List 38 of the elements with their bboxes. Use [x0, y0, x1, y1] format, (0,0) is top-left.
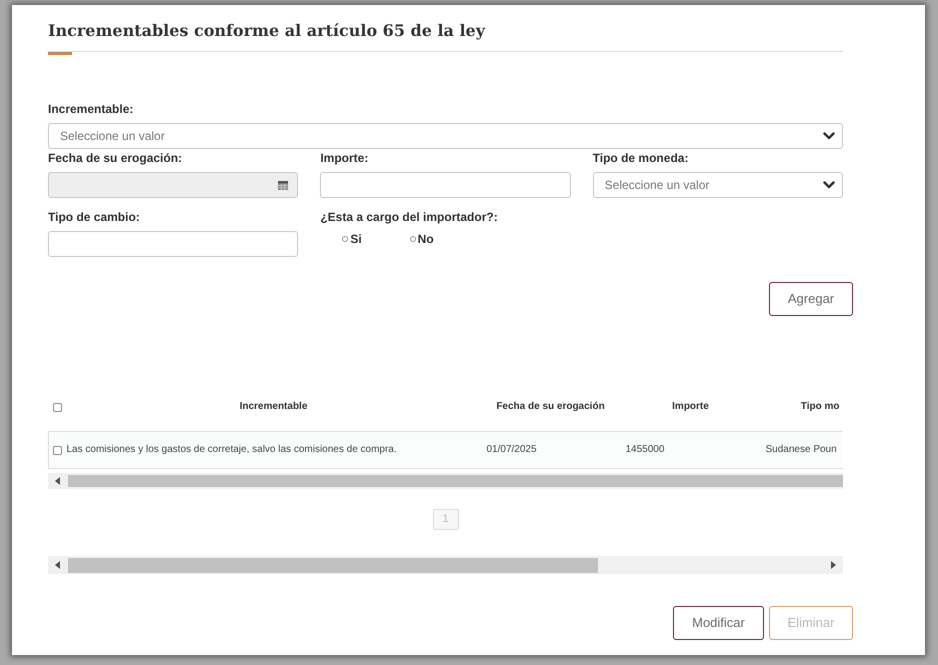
field-label: Tipo de cambio:	[48, 209, 141, 225]
page-title: Incrementables conforme al artículo 65 de la ley	[48, 20, 486, 42]
field-label: ¿Esta a cargo del importador?:	[320, 209, 499, 225]
input-field[interactable]	[320, 172, 571, 198]
field-label: Tipo de moneda:	[592, 150, 690, 166]
chevron-down-icon	[822, 181, 835, 189]
column-header[interactable]: Tipo mo	[760, 388, 843, 432]
calendar-icon	[278, 180, 288, 190]
horizontal-scrollbar[interactable]	[48, 473, 843, 489]
checkbox[interactable]	[52, 402, 62, 412]
scroll-left-icon[interactable]	[55, 477, 60, 485]
table-cell: Las comisiones y los gastos de corretaje, salvo las comisiones de compra.	[66, 432, 480, 468]
radio-circle-icon[interactable]	[342, 236, 348, 242]
field-label: Incrementable:	[48, 101, 134, 117]
checkbox[interactable]	[53, 446, 62, 454]
radio-option[interactable]: No	[410, 231, 434, 247]
column-header[interactable]: Incrementable	[66, 388, 480, 432]
radio-circle-icon[interactable]	[410, 236, 416, 242]
chevron-down-icon	[823, 132, 835, 140]
radio-option[interactable]: Si	[342, 231, 362, 247]
scrollbar-thumb[interactable]	[68, 475, 843, 487]
scroll-right-icon[interactable]	[831, 561, 836, 569]
column-header[interactable]: Fecha de su erogación	[480, 388, 620, 432]
table-cell: 1455000	[620, 432, 760, 468]
select-field[interactable]: Seleccione un valor	[48, 123, 843, 149]
field-label: Importe:	[320, 150, 370, 166]
table-cell: Sudanese Poun	[760, 432, 843, 468]
modify-button[interactable]: Modificar	[673, 606, 764, 640]
field-label: Fecha de su erogación:	[48, 150, 184, 166]
column-header[interactable]: Importe	[620, 388, 760, 432]
title-accent-bar	[48, 52, 72, 55]
scroll-left-icon[interactable]	[55, 561, 60, 569]
horizontal-scrollbar[interactable]	[48, 556, 843, 574]
scrollbar-thumb[interactable]	[68, 558, 598, 572]
input-field[interactable]	[48, 231, 298, 257]
select-field[interactable]: Seleccione un valor	[592, 172, 843, 198]
table-cell: 01/07/2025	[480, 432, 620, 468]
add-button[interactable]: Agregar	[769, 282, 853, 316]
